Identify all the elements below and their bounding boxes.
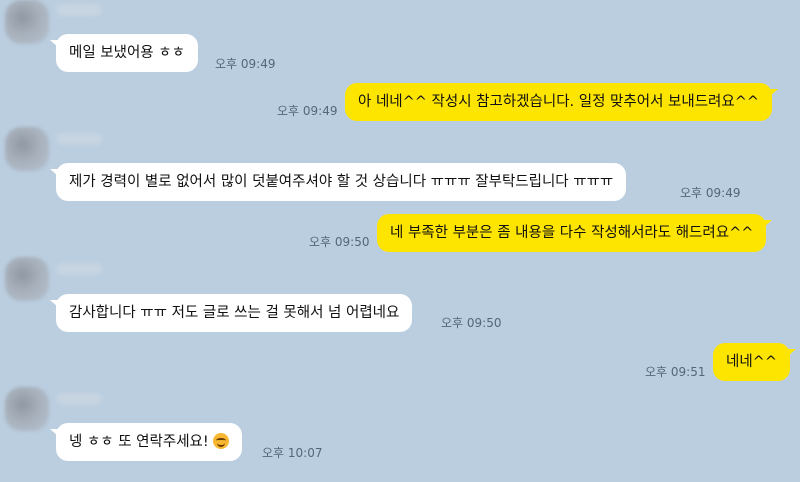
avatar[interactable] [5, 387, 49, 431]
message-bubble-incoming[interactable]: 넹 ㅎㅎ 또 연락주세요! [50, 423, 242, 461]
message-timestamp: 오후 10:07 [262, 446, 323, 460]
message-timestamp: 오후 09:50 [309, 235, 370, 249]
smiling-face-emoji-icon [212, 433, 229, 449]
message-bubble-outgoing[interactable]: 네네^^ [713, 343, 796, 381]
avatar[interactable] [5, 257, 49, 301]
message-timestamp: 오후 09:50 [441, 316, 502, 330]
message-timestamp: 오후 09:49 [680, 186, 741, 200]
message-text: 네 부족한 부분은 좀 내용을 다수 작성해서라도 해드려요^^ [390, 225, 754, 241]
sender-name-blurred [56, 133, 102, 145]
message-bubble-incoming[interactable]: 감사합니다 ㅠㅠ 저도 글로 쓰는 걸 못해서 넘 어렵네요 [49, 294, 413, 332]
sender-name-blurred [56, 263, 102, 275]
message-bubble-incoming[interactable]: 제가 경력이 별로 없어서 많이 덧붙여주셔야 할 것 상습니다 ㅠㅠㅠ 잘부탁… [49, 163, 627, 201]
message-bubble-outgoing[interactable]: 네 부족한 부분은 좀 내용을 다수 작성해서라도 해드려요^^ [377, 214, 773, 252]
message-timestamp: 오후 09:51 [645, 365, 706, 379]
message-text: 아 네네^^ 작성시 참고하겠습니다. 일정 맞추어서 보내드려요^^ [358, 94, 760, 110]
message-timestamp: 오후 09:49 [215, 57, 276, 71]
sender-name-blurred [56, 393, 102, 405]
message-text: 메일 보냈어용 ㅎㅎ [69, 45, 185, 61]
avatar[interactable] [5, 0, 49, 44]
message-text: 네네^^ [726, 354, 777, 370]
sender-name-blurred [56, 4, 102, 16]
message-text: 감사합니다 ㅠㅠ 저도 글로 쓰는 걸 못해서 넘 어렵네요 [69, 305, 400, 321]
message-text: 넹 ㅎㅎ 또 연락주세요! [69, 434, 209, 450]
message-bubble-incoming[interactable]: 메일 보냈어용 ㅎㅎ [50, 34, 198, 72]
message-bubble-outgoing[interactable]: 아 네네^^ 작성시 참고하겠습니다. 일정 맞추어서 보내드려요^^ [345, 83, 779, 121]
avatar[interactable] [5, 127, 49, 171]
message-timestamp: 오후 09:49 [277, 104, 338, 118]
message-text: 제가 경력이 별로 없어서 많이 덧붙여주셔야 할 것 상습니다 ㅠㅠㅠ 잘부탁… [69, 174, 614, 190]
